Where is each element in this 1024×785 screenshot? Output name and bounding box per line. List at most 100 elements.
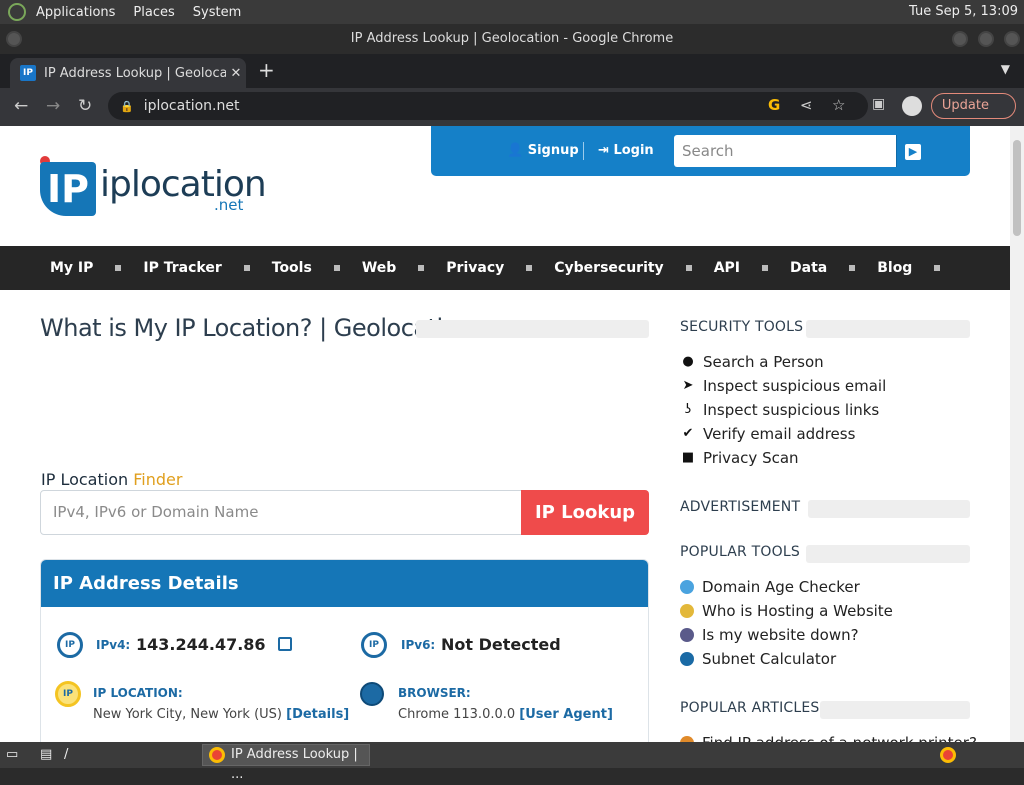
toolbar: ← → ↻ 🔒 iplocation.net G ⋖ ☆ ▣ Update bbox=[0, 88, 1024, 126]
back-icon[interactable]: ← bbox=[14, 96, 28, 116]
ip-lookup-button[interactable]: IP Lookup bbox=[521, 490, 649, 535]
logo-net: .net bbox=[214, 196, 244, 214]
nav-data[interactable]: Data bbox=[790, 260, 827, 276]
menu-applications[interactable]: Applications bbox=[36, 5, 115, 20]
clock[interactable]: Tue Sep 5, 13:09 bbox=[909, 4, 1018, 19]
nav-privacy[interactable]: Privacy bbox=[446, 260, 504, 276]
logo-ip-mark: IP bbox=[40, 162, 96, 216]
url-text: iplocation.net bbox=[143, 98, 240, 114]
nav-web[interactable]: Web bbox=[362, 260, 396, 276]
distro-logo-icon[interactable] bbox=[8, 3, 26, 21]
forward-icon[interactable]: → bbox=[46, 96, 60, 116]
header-account-bar: 👤 Signup ⇥ Login Search ▶ bbox=[431, 126, 970, 176]
nav-divider bbox=[526, 265, 533, 271]
nav-api[interactable]: API bbox=[714, 260, 740, 276]
profile-avatar-icon[interactable] bbox=[902, 96, 922, 116]
scrollbar-thumb[interactable] bbox=[1013, 140, 1021, 236]
sidebar-item-website-down[interactable]: Is my website down? bbox=[680, 626, 859, 644]
taskbar: ▭ ▤ / IP Address Lookup | ... bbox=[0, 742, 1024, 782]
security-tools-heading: SECURITY TOOLS bbox=[680, 319, 804, 335]
page-scrollbar[interactable] bbox=[1010, 126, 1024, 742]
new-tab-icon[interactable]: + bbox=[258, 58, 275, 82]
nav-divider bbox=[934, 265, 941, 271]
google-icon[interactable]: G bbox=[768, 96, 780, 114]
favicon-icon: IP bbox=[20, 65, 36, 81]
user-agent-link[interactable]: [User Agent] bbox=[519, 707, 613, 722]
hook-icon: ʖ bbox=[684, 402, 692, 417]
heading-rule bbox=[808, 500, 970, 518]
reload-icon[interactable]: ↻ bbox=[78, 96, 92, 116]
location-details-link[interactable]: [Details] bbox=[286, 707, 349, 722]
share-icon[interactable]: ⋖ bbox=[800, 96, 813, 114]
nav-divider bbox=[685, 265, 692, 271]
search-button[interactable]: ▶ bbox=[896, 135, 928, 167]
main-nav: My IP IP Tracker Tools Web Privacy Cyber… bbox=[0, 246, 1010, 290]
sidebar-item-search-person[interactable]: ● Search a Person bbox=[680, 353, 823, 371]
login-icon: ⇥ bbox=[598, 143, 609, 158]
nav-divider bbox=[243, 265, 250, 271]
user-plus-icon: 👤 bbox=[507, 143, 524, 158]
tab-search-chevron-icon[interactable]: ▼ bbox=[1001, 62, 1010, 76]
web-page: 👤 Signup ⇥ Login Search ▶ IP iplocation … bbox=[0, 126, 1010, 742]
address-bar[interactable]: 🔒 iplocation.net G ⋖ ☆ bbox=[108, 92, 868, 120]
subnet-icon bbox=[680, 652, 694, 666]
tray-chrome-icon[interactable] bbox=[940, 747, 956, 763]
sidebar-item-hosting[interactable]: Who is Hosting a Website bbox=[680, 602, 893, 620]
chrome-icon bbox=[209, 747, 225, 763]
heading-rule bbox=[806, 320, 970, 338]
update-button[interactable]: Update bbox=[930, 93, 1016, 119]
ip-lookup-input[interactable]: IPv4, IPv6 or Domain Name bbox=[40, 490, 522, 535]
lock-icon[interactable]: 🔒 bbox=[120, 100, 134, 113]
nav-divider bbox=[418, 265, 425, 271]
bookmark-star-icon[interactable]: ☆ bbox=[832, 96, 845, 114]
window-menu-icon[interactable] bbox=[6, 31, 22, 47]
popular-tools-heading: POPULAR TOOLS bbox=[680, 544, 800, 560]
advertisement-heading: ADVERTISEMENT bbox=[680, 499, 801, 515]
nav-divider bbox=[849, 265, 856, 271]
page-title: What is My IP Location? | Geolocation bbox=[40, 314, 472, 342]
sidebar-item-domain-age[interactable]: Domain Age Checker bbox=[680, 578, 860, 596]
minimize-icon[interactable] bbox=[952, 31, 968, 47]
tab-bar: IP IP Address Lookup | Geolocatio ✕ + ▼ bbox=[0, 54, 1024, 88]
signup-link[interactable]: 👤 Signup bbox=[507, 143, 579, 158]
sidebar-item-inspect-links[interactable]: ʖ Inspect suspicious links bbox=[680, 401, 880, 419]
taskbar-chrome-window[interactable]: IP Address Lookup | ... bbox=[202, 744, 370, 782]
system-top-bar: Applications Places System Tue Sep 5, 13… bbox=[0, 0, 1024, 24]
browser-value: Chrome 113.0.0.0 [User Agent] bbox=[398, 707, 613, 722]
nav-divider bbox=[115, 265, 122, 271]
sidebar-article-item[interactable]: Find IP address of a network printer? bbox=[680, 734, 977, 742]
menu-system[interactable]: System bbox=[193, 5, 241, 20]
nav-cybersecurity[interactable]: Cybersecurity bbox=[554, 260, 663, 276]
location-pin-icon: IP bbox=[55, 681, 81, 707]
ipv4-value: 143.244.47.86 bbox=[136, 635, 266, 654]
tab-close-icon[interactable]: ✕ bbox=[226, 66, 246, 81]
maximize-icon[interactable] bbox=[978, 31, 994, 47]
show-desktop-icon[interactable]: ▭ bbox=[6, 747, 18, 762]
nav-divider bbox=[762, 265, 768, 271]
site-logo[interactable]: IP iplocation .net bbox=[40, 156, 267, 226]
folder-icon[interactable]: ▤ bbox=[40, 747, 52, 762]
tab-active[interactable]: IP IP Address Lookup | Geolocatio ✕ bbox=[10, 58, 246, 88]
taskbar-path[interactable]: / bbox=[64, 747, 68, 762]
sidebar-item-privacy-scan[interactable]: ■ Privacy Scan bbox=[680, 449, 799, 467]
copy-icon[interactable] bbox=[278, 637, 292, 651]
location-value: New York City, New York (US) [Details] bbox=[93, 707, 350, 722]
system-menu: Applications Places System bbox=[36, 5, 259, 20]
heading-rule bbox=[806, 545, 970, 563]
search-input[interactable]: Search bbox=[674, 135, 896, 167]
menu-places[interactable]: Places bbox=[133, 5, 174, 20]
sidebar-item-subnet[interactable]: Subnet Calculator bbox=[680, 650, 836, 668]
nav-ip-tracker[interactable]: IP Tracker bbox=[143, 260, 221, 276]
lock-icon: ■ bbox=[681, 450, 695, 465]
tab-title: IP Address Lookup | Geolocatio bbox=[44, 65, 226, 81]
nav-blog[interactable]: Blog bbox=[877, 260, 912, 276]
sidebar-item-verify-email[interactable]: ✔ Verify email address bbox=[680, 425, 856, 443]
finder-accent: Finder bbox=[133, 470, 183, 489]
nav-tools[interactable]: Tools bbox=[272, 260, 312, 276]
nav-my-ip[interactable]: My IP bbox=[50, 260, 93, 276]
sidebar-item-inspect-email[interactable]: ➤ Inspect suspicious email bbox=[680, 377, 887, 395]
login-link[interactable]: ⇥ Login bbox=[598, 143, 654, 158]
side-panel-icon[interactable]: ▣ bbox=[872, 96, 885, 112]
close-window-icon[interactable] bbox=[1004, 31, 1020, 47]
nav-divider bbox=[333, 265, 340, 271]
